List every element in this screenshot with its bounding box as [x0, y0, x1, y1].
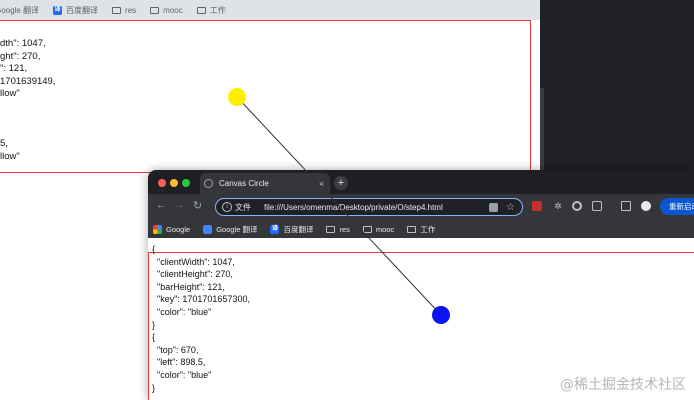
tab-close-icon[interactable]: ×: [319, 179, 324, 189]
translate-icon[interactable]: [489, 202, 499, 212]
bookmark-label: res: [339, 224, 350, 234]
bookmark-label: Google 翻译: [0, 5, 40, 15]
extension-red-icon[interactable]: [532, 201, 542, 211]
folder-icon: [362, 225, 372, 233]
extension-circle-icon[interactable]: [572, 201, 582, 211]
reload-icon[interactable]: ↻: [193, 199, 202, 212]
json-output: { "clientWidth": 1047, "clientHeight": 2…: [152, 244, 250, 393]
folder-icon: [196, 6, 206, 14]
google-icon: [153, 224, 162, 234]
bookmark-res[interactable]: res: [326, 224, 350, 234]
bookmark-label: 百度翻译: [283, 224, 314, 234]
tab-title: Canvas Circle: [219, 179, 269, 188]
background-bookmarks-bar: Google 翻译 译 百度翻译 res mooc 工作: [0, 0, 540, 20]
google-translate-icon: [203, 224, 213, 234]
bookmark-google[interactable]: Google: [153, 224, 191, 234]
bookmark-work[interactable]: 工作: [407, 224, 435, 235]
bookmark-label: 百度翻译: [66, 5, 99, 15]
bookmark-label: 工作: [420, 224, 436, 234]
window-edge: [540, 88, 544, 172]
bookmark-baidu-translate[interactable]: 译 百度翻译: [53, 5, 98, 16]
address-bar-url[interactable]: file:///Users/omenma/Desktop/private/O/s…: [264, 203, 489, 212]
folder-icon: [112, 6, 122, 14]
bookmark-mooc[interactable]: mooc: [362, 224, 395, 234]
folder-icon: [407, 225, 417, 233]
folder-icon: [326, 225, 336, 233]
bookmark-google-translate[interactable]: Google 翻译: [0, 5, 39, 16]
bookmark-baidu-translate[interactable]: 译 百度翻译: [270, 224, 313, 235]
bookmark-label: mooc: [163, 5, 183, 15]
bookmark-star-icon[interactable]: ☆: [506, 202, 515, 213]
address-bar[interactable]: i 文件 file:///Users/omenma/Desktop/privat…: [215, 198, 523, 216]
forward-arrow-icon[interactable]: →: [174, 199, 185, 211]
bookmark-label: Google 翻译: [216, 224, 258, 234]
bookmark-google-translate[interactable]: Google 翻译: [203, 224, 257, 235]
window-minimize-button[interactable]: [170, 179, 178, 187]
extensions-puzzle-icon[interactable]: [592, 201, 602, 211]
back-arrow-icon[interactable]: ←: [156, 199, 167, 211]
bookmark-mooc[interactable]: mooc: [150, 6, 183, 15]
window-close-button[interactable]: [158, 179, 166, 187]
baidu-translate-icon: 译: [270, 224, 280, 234]
folder-icon: [150, 6, 160, 14]
extension-gear-icon[interactable]: ✲: [553, 201, 563, 211]
watermark: @稀土掘金技术社区: [560, 377, 686, 393]
background-json-output: dth": 1047, ght": 270, ": 121, 170163914…: [0, 38, 56, 99]
bookmark-label: Google: [166, 224, 191, 234]
relaunch-button[interactable]: 重新启动: [660, 198, 694, 215]
side-panel-icon[interactable]: [621, 201, 631, 211]
foreground-bookmarks-bar: Google Google 翻译 译 百度翻译 res mooc 工作: [148, 220, 694, 238]
profile-avatar-icon[interactable]: [641, 201, 651, 211]
baidu-translate-icon: 译: [53, 5, 63, 15]
bookmark-label: 工作: [209, 5, 226, 15]
address-bar-scheme-label: 文件: [235, 202, 251, 212]
info-icon[interactable]: i: [222, 202, 232, 212]
foreground-browser-window: Canvas Circle × + ← → ↻ i 文件 file:///Use…: [148, 170, 694, 400]
new-tab-button[interactable]: +: [334, 176, 348, 190]
globe-icon: [204, 179, 213, 188]
bookmark-work[interactable]: 工作: [196, 5, 226, 16]
bookmark-res[interactable]: res: [112, 6, 136, 15]
background-canvas-border: [0, 20, 531, 173]
window-maximize-button[interactable]: [182, 179, 190, 187]
background-json-output-2: 5, llow": [0, 138, 20, 162]
tab-canvas-circle[interactable]: Canvas Circle ×: [200, 173, 330, 194]
bookmark-label: mooc: [375, 224, 395, 234]
bookmark-label: res: [125, 5, 137, 15]
